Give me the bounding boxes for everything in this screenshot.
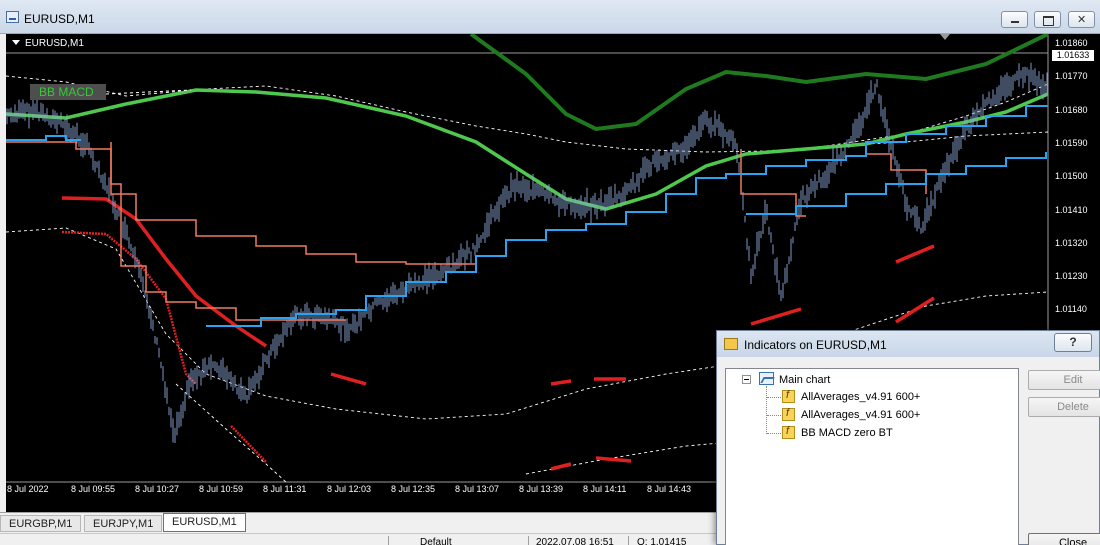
x-axis-label: 8 Jul 12:03 — [327, 484, 372, 494]
dropdown-triangle-icon — [12, 40, 20, 45]
current-price-tag: 1.01633 — [1052, 50, 1094, 61]
status-divider — [528, 536, 529, 545]
blue-step-line-lower — [746, 152, 1047, 215]
close-button[interactable]: Close — [1028, 533, 1100, 545]
collapse-toggle[interactable] — [742, 375, 751, 384]
restore-button[interactable] — [1034, 11, 1061, 28]
tree-line — [767, 415, 781, 416]
window-title: EURUSD,M1 — [24, 12, 95, 26]
main-chart-icon — [759, 372, 774, 385]
y-axis-label: 1.01320 — [1055, 237, 1088, 248]
indicator-icon — [782, 407, 795, 421]
indicator-icon — [782, 389, 795, 403]
window-titlebar: EURUSD,M1 — [0, 0, 1100, 34]
indicator-icon — [782, 425, 795, 439]
edit-button[interactable]: Edit — [1028, 370, 1100, 390]
tree-item-main-chart[interactable]: Main chart — [779, 374, 830, 386]
dialog-title: Indicators on EURUSD,M1 — [744, 338, 887, 352]
blue-step-line-left — [6, 135, 81, 141]
tree-item-bb-macd[interactable]: BB MACD zero BT — [801, 427, 893, 439]
red-segment — [550, 462, 572, 471]
tree-line — [767, 433, 781, 434]
salmon-step-line — [6, 141, 476, 265]
x-axis-label: 8 Jul 2022 — [7, 484, 49, 494]
minimize-button[interactable] — [1001, 11, 1028, 28]
x-axis-label: 8 Jul 12:35 — [391, 484, 436, 494]
bollinger-upper — [6, 75, 1049, 153]
salmon-step-line-4 — [866, 153, 927, 194]
x-axis-label: 8 Jul 09:55 — [71, 484, 116, 494]
shift-marker — [940, 34, 950, 40]
x-axis-label: 8 Jul 13:07 — [455, 484, 500, 494]
x-axis-label: 8 Jul 13:39 — [519, 484, 564, 494]
symbol-label-text: EURUSD,M1 — [25, 38, 84, 49]
y-axis-label: 1.01680 — [1055, 104, 1088, 115]
tab-eurusd[interactable]: EURUSD,M1 — [163, 513, 246, 532]
red-segment — [550, 379, 572, 386]
indicator-label: BB MACD — [30, 84, 106, 100]
status-datetime: 2022.07.08 16:51 — [536, 537, 614, 545]
y-axis-label: 1.01590 — [1055, 137, 1088, 148]
status-divider — [388, 536, 389, 545]
indicators-dialog: Indicators on EURUSD,M1 ? Main chart All… — [716, 330, 1100, 545]
x-axis-label: 8 Jul 14:11 — [583, 484, 627, 494]
symbol-label[interactable]: EURUSD,M1 — [12, 38, 84, 49]
tab-eurgbp[interactable]: EURGBP,M1 — [0, 515, 82, 532]
red-segment — [895, 296, 935, 324]
indicators-icon — [724, 338, 738, 350]
status-divider — [628, 536, 629, 545]
tree-line — [767, 397, 781, 398]
x-axis-label: 8 Jul 11:31 — [263, 484, 307, 494]
red-segment — [750, 307, 802, 326]
status-open: O: 1.01415 — [637, 537, 687, 545]
tree-item-allaverages-2[interactable]: AllAverages_v4.91 600+ — [801, 409, 920, 421]
red-band-lower — [61, 230, 197, 385]
dark-green-envelope — [469, 34, 1049, 132]
chart-window-icon — [6, 11, 19, 23]
y-axis-label: 1.01230 — [1055, 271, 1088, 282]
y-axis-label: 1.01410 — [1055, 204, 1088, 215]
indicator-tree: Main chart AllAverages_v4.91 600+ AllAve… — [725, 368, 1019, 545]
x-axis-label: 8 Jul 10:27 — [135, 484, 180, 494]
y-axis-label: 1.01860 — [1055, 38, 1088, 48]
blue-step-line — [206, 105, 1048, 327]
close-window-button[interactable] — [1068, 11, 1095, 28]
y-axis-label: 1.01500 — [1055, 171, 1088, 182]
red-band-tail — [230, 425, 267, 463]
tree-item-allaverages-1[interactable]: AllAverages_v4.91 600+ — [801, 391, 920, 403]
red-segment — [595, 456, 632, 463]
y-axis-label: 1.01140 — [1055, 304, 1087, 315]
dialog-titlebar: Indicators on EURUSD,M1 ? — [717, 331, 1099, 357]
help-button[interactable]: ? — [1054, 333, 1092, 352]
red-segment — [895, 244, 935, 264]
x-axis-label: 8 Jul 14:43 — [647, 484, 692, 494]
tab-eurjpy[interactable]: EURJPY,M1 — [84, 515, 163, 532]
metatrader-app: EURUSD,M1 EURUSD,M1 BB MACD 1.01633 1.01… — [0, 0, 1100, 545]
tree-line — [766, 386, 767, 434]
red-segment — [330, 372, 367, 386]
bollinger-lower-2 — [175, 383, 287, 483]
delete-button[interactable]: Delete — [1028, 397, 1100, 417]
y-axis-label: 1.01770 — [1055, 71, 1088, 82]
x-axis-label: 8 Jul 10:59 — [199, 484, 244, 494]
status-profile: Default — [420, 537, 452, 545]
